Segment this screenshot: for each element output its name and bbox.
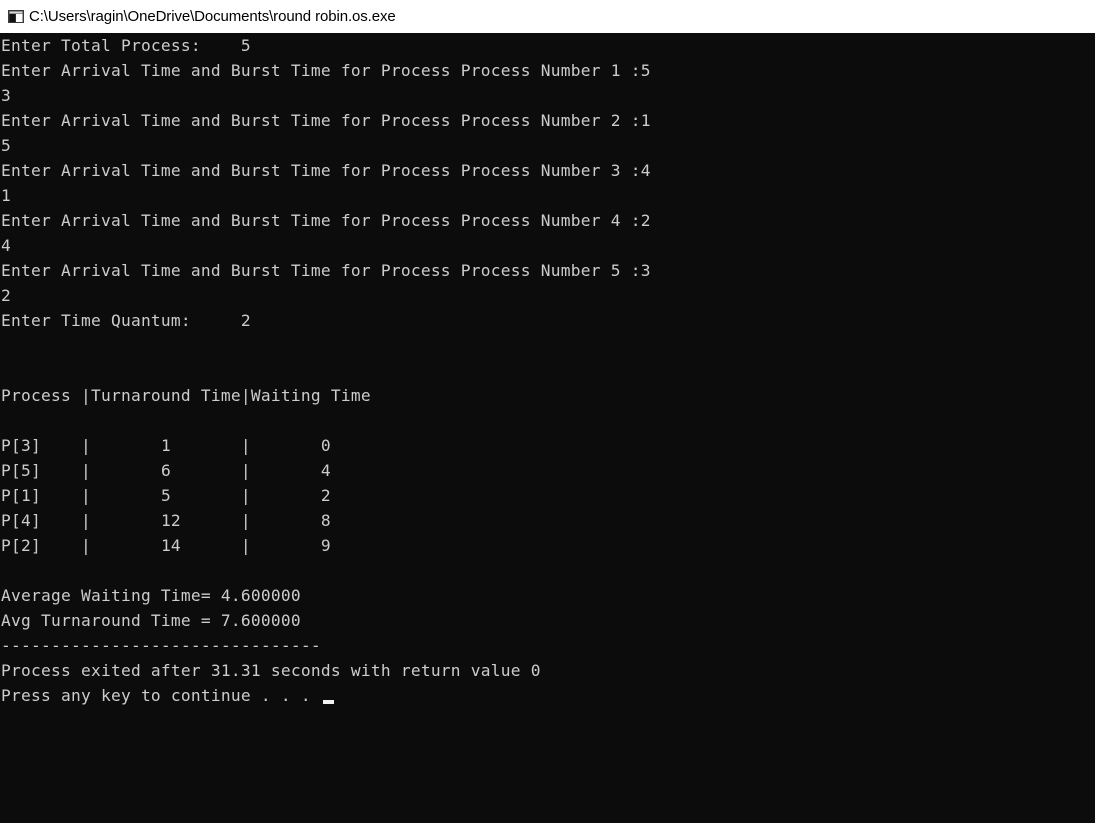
console-line: 3 bbox=[1, 86, 11, 105]
exit-status: Process exited after 31.31 seconds with … bbox=[1, 661, 541, 680]
table-row: P[1] | 5 | 2 bbox=[1, 486, 331, 505]
console-line: Enter Arrival Time and Burst Time for Pr… bbox=[1, 161, 651, 180]
continue-prompt-text: Press any key to continue . . . bbox=[1, 686, 321, 705]
console-line: Enter Total Process: 5 bbox=[1, 36, 251, 55]
console-line: Enter Arrival Time and Burst Time for Pr… bbox=[1, 111, 651, 130]
table-row: P[5] | 6 | 4 bbox=[1, 461, 331, 480]
console-line: 5 bbox=[1, 136, 11, 155]
separator-line: -------------------------------- bbox=[1, 636, 321, 655]
table-header: Process |Turnaround Time|Waiting Time bbox=[1, 386, 371, 405]
console-line: Enter Arrival Time and Burst Time for Pr… bbox=[1, 261, 651, 280]
window-title: C:\Users\ragin\OneDrive\Documents\round … bbox=[29, 8, 396, 25]
console-app-icon bbox=[8, 10, 24, 23]
table-row: P[3] | 1 | 0 bbox=[1, 436, 331, 455]
console-line: 1 bbox=[1, 186, 11, 205]
console-line: Enter Time Quantum: 2 bbox=[1, 311, 251, 330]
title-bar[interactable]: C:\Users\ragin\OneDrive\Documents\round … bbox=[0, 0, 1095, 33]
average-turnaround-time: Avg Turnaround Time = 7.600000 bbox=[1, 611, 301, 630]
console-line: 4 bbox=[1, 236, 11, 255]
table-row: P[4] | 12 | 8 bbox=[1, 511, 331, 530]
console-line: 2 bbox=[1, 286, 11, 305]
console-window: C:\Users\ragin\OneDrive\Documents\round … bbox=[0, 0, 1095, 823]
text-cursor bbox=[322, 700, 334, 704]
continue-prompt: Press any key to continue . . . bbox=[1, 683, 334, 708]
console-output[interactable]: Enter Total Process: 5 Enter Arrival Tim… bbox=[0, 33, 1095, 823]
console-line: Enter Arrival Time and Burst Time for Pr… bbox=[1, 211, 651, 230]
console-line: Enter Arrival Time and Burst Time for Pr… bbox=[1, 61, 651, 80]
table-row: P[2] | 14 | 9 bbox=[1, 536, 331, 555]
average-waiting-time: Average Waiting Time= 4.600000 bbox=[1, 586, 301, 605]
